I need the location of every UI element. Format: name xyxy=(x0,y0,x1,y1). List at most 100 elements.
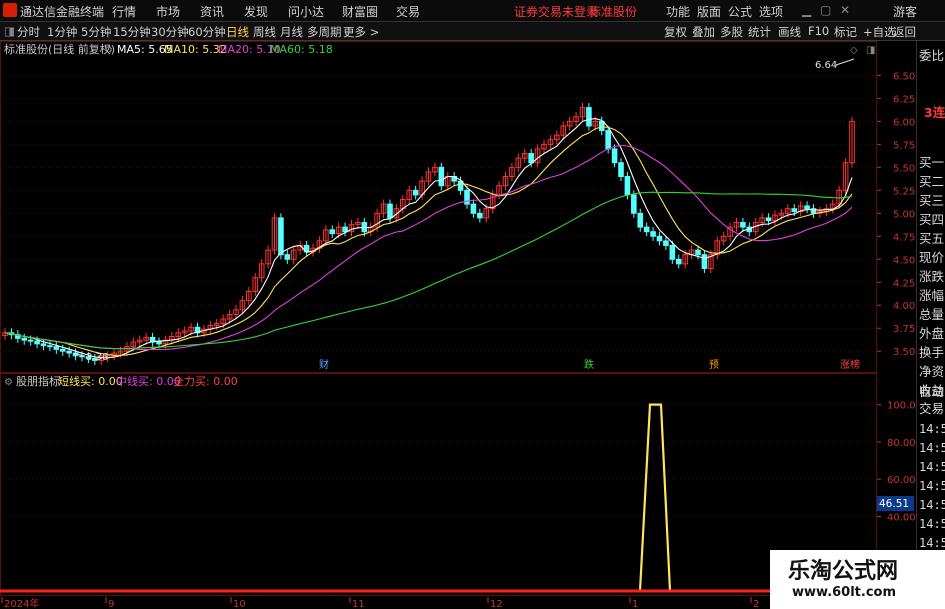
event-marker-finance[interactable]: 财 xyxy=(319,358,329,371)
candle xyxy=(40,343,47,347)
panel-quote-labels: 买一 买二 买三 买四 买五 现价 涨跌 涨幅 总量 外盘 换手 净资 收益 xyxy=(919,153,944,400)
x-tick-label-0: 2024年 xyxy=(4,597,39,609)
indicator-name: 股朋指标 xyxy=(16,374,60,388)
panel-time-5: 14:55 xyxy=(919,517,945,531)
panel-time-1: 14:55 xyxy=(919,441,945,455)
watermark-title: 乐淘公式网 xyxy=(788,559,899,584)
minimize-icon[interactable]: ▁ xyxy=(802,3,811,17)
period-tab-30min[interactable]: 30分钟 xyxy=(151,24,189,40)
candle xyxy=(387,203,393,219)
toolbar-back-button[interactable]: 返回 xyxy=(893,24,916,40)
toolbar-mark-button[interactable]: 标记 xyxy=(834,24,857,40)
menu-item-market[interactable]: 市场 xyxy=(156,3,180,20)
indicator-tick-label-3: 40.00 xyxy=(887,512,916,523)
event-marker-drop[interactable]: 跌 xyxy=(584,358,594,371)
period-tab-multi[interactable]: 多周期 xyxy=(307,24,342,40)
candle xyxy=(27,339,34,342)
y-tick-label-9: 4.25 xyxy=(893,278,915,289)
restore-icon[interactable]: ▢ xyxy=(820,3,831,17)
diamond-icon[interactable]: ◇ xyxy=(850,45,858,56)
x-tick-label-3: 11 xyxy=(352,599,365,609)
menu-item-ask[interactable]: 问小达 xyxy=(288,3,324,20)
period-tab-5min[interactable]: 5分钟 xyxy=(81,24,111,40)
candle xyxy=(643,226,650,233)
candle xyxy=(656,235,663,242)
menu-item-formula[interactable]: 公式 xyxy=(728,3,752,20)
user-login[interactable]: 游客 xyxy=(893,3,917,20)
app-title: 通达信金融终端 xyxy=(20,5,105,19)
panel-label-3: 买四 xyxy=(919,212,945,227)
toolbar-overlay-button[interactable]: 叠加 xyxy=(692,24,715,40)
menu-item-function[interactable]: 功能 xyxy=(666,3,690,20)
period-tab-more[interactable]: 更多 > xyxy=(343,24,379,40)
collapse-icon[interactable]: ◨ xyxy=(866,45,875,56)
close-icon[interactable]: ✕ xyxy=(840,3,850,17)
y-tick-label-12: 3.50 xyxy=(893,347,915,358)
quote-side-panel: 委比 3连 买一 买二 买三 买四 买五 现价 涨跌 涨幅 总量 外盘 换手 净资 收益 自动 交易 1… xyxy=(916,41,945,609)
candle xyxy=(637,212,644,228)
toolbar-f10-button[interactable]: F10 xyxy=(808,24,829,38)
candle xyxy=(278,217,284,256)
auto-trade-label-1[interactable]: 自动 xyxy=(919,383,944,400)
candle xyxy=(284,254,291,260)
y-tick-label-11: 3.75 xyxy=(893,324,915,335)
toolbar-stats-button[interactable]: 统计 xyxy=(748,24,771,40)
indicator-short-buy: 短线买: 0.00 xyxy=(58,374,123,388)
stock-name-label: 标准股份 xyxy=(589,5,638,19)
chart-canvas[interactable]: 6.50 6.25 6.00 5.75 5.50 5.25 5.00 4.75 4.50 4.25… xyxy=(0,41,916,609)
panel-label-7: 涨幅 xyxy=(919,288,945,303)
menu-item-news[interactable]: 资讯 xyxy=(200,3,224,20)
candle xyxy=(586,107,592,127)
indicator-grid xyxy=(0,404,877,517)
menu-item-layout[interactable]: 版面 xyxy=(697,3,721,20)
period-tab-daily[interactable]: 日线 xyxy=(226,24,249,40)
auto-trade-label-2[interactable]: 交易 xyxy=(919,400,944,417)
period-tab-60min[interactable]: 60分钟 xyxy=(188,24,226,40)
indicator-mid-buy: 中线买: 0.00 xyxy=(116,374,181,388)
candle xyxy=(21,337,28,341)
candle xyxy=(675,258,682,265)
sidebar-toggle-icon[interactable]: ◨ xyxy=(4,24,15,38)
menu-item-options[interactable]: 选项 xyxy=(759,3,783,20)
indicator-full-buy: 全力买: 0.00 xyxy=(173,374,238,388)
event-marker-top-gainers[interactable]: 涨榜 xyxy=(840,358,860,371)
toolbar-draw-button[interactable]: 画线 xyxy=(778,24,801,40)
site-watermark: 乐淘公式网 www.60lt.com xyxy=(770,550,945,609)
period-tab-intraday[interactable]: 分时 xyxy=(17,24,40,40)
high-price-label: 6.64 xyxy=(815,60,837,71)
panel-label-0: 买一 xyxy=(919,155,945,170)
candle xyxy=(477,212,483,219)
candle xyxy=(53,346,60,350)
toolbar-add-watchlist-button[interactable]: +自选 xyxy=(863,24,896,40)
trade-status-notice[interactable]: 证券交易未登录 xyxy=(514,3,598,20)
period-tab-1min[interactable]: 1分钟 xyxy=(47,24,77,40)
menu-item-discover[interactable]: 发现 xyxy=(244,3,268,20)
menu-item-quotes[interactable]: 行情 xyxy=(112,3,136,20)
period-tab-15min[interactable]: 15分钟 xyxy=(113,24,151,40)
panel-label-4: 买五 xyxy=(919,231,945,246)
panel-label-8: 总量 xyxy=(919,307,945,322)
panel-label-2: 买三 xyxy=(919,193,945,208)
candle xyxy=(611,148,618,164)
toolbar-adjust-button[interactable]: 复权 xyxy=(664,24,687,40)
candle xyxy=(695,249,701,256)
menu-item-trade[interactable]: 交易 xyxy=(396,3,420,20)
indicator-settings-icon[interactable]: ⚙ xyxy=(4,377,13,388)
period-toolbar: ◨ 分时 1分钟 5分钟 15分钟 30分钟 60分钟 日线 周线 月线 多周期… xyxy=(0,22,945,41)
indicator-tick-label-2: 60.00 xyxy=(887,475,916,486)
x-tick-label-2: 10 xyxy=(233,599,246,609)
period-tab-monthly[interactable]: 月线 xyxy=(280,24,303,40)
panel-label-6: 涨跌 xyxy=(919,269,945,284)
toolbar-multistock-button[interactable]: 多股 xyxy=(720,24,743,40)
candle xyxy=(701,254,708,269)
period-tab-weekly[interactable]: 周线 xyxy=(253,24,276,40)
y-tick-label-3: 5.75 xyxy=(893,140,915,151)
menu-item-wealth[interactable]: 财富圈 xyxy=(342,3,378,20)
event-marker-forecast[interactable]: 预 xyxy=(709,359,719,371)
indicator-tick-label-1: 80.00 xyxy=(887,438,916,449)
ma-settings-icon[interactable]: ⚙ xyxy=(104,45,113,56)
x-tick-label-1: 9 xyxy=(108,599,114,609)
panel-label-9: 外盘 xyxy=(919,326,945,341)
candle xyxy=(34,340,40,345)
candle xyxy=(528,153,534,164)
